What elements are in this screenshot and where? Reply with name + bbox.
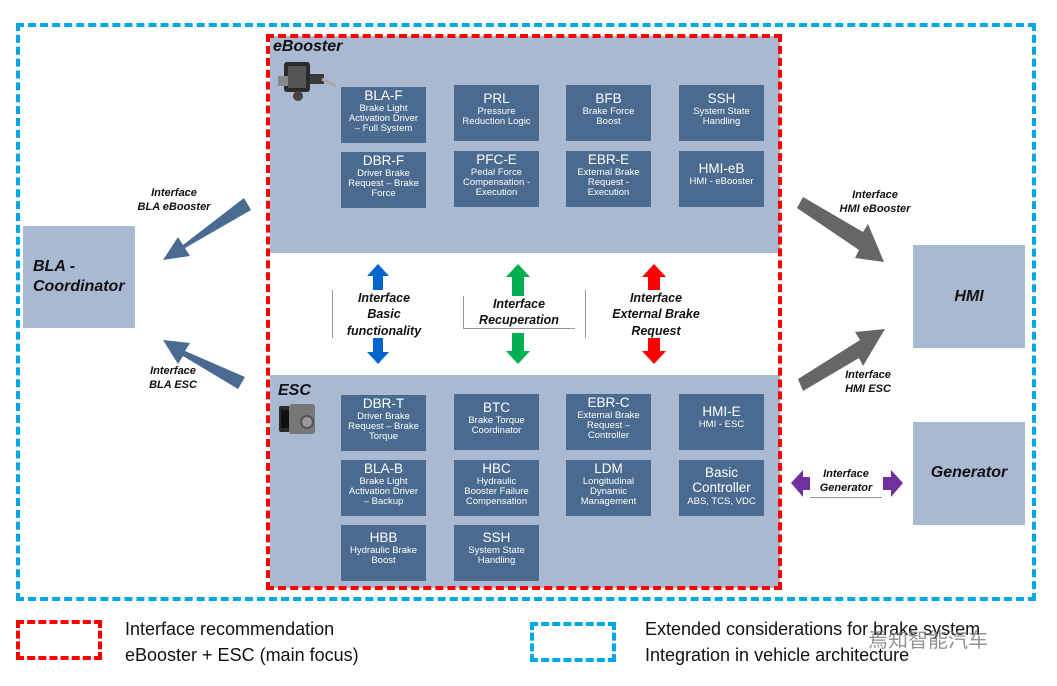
- label-interface-generator: Interface Generator: [819, 468, 873, 495]
- label-interface-hmi-esc: Interface HMI ESC: [845, 369, 891, 396]
- bla-coordinator-label: BLA - Coordinator: [33, 258, 125, 295]
- label-interface-hmi-ebooster: Interface HMI eBooster: [839, 189, 911, 216]
- separator: [585, 290, 586, 338]
- interface-arrows: [163, 197, 903, 497]
- separator: [332, 290, 333, 338]
- generator-box: Generator: [913, 422, 1025, 525]
- separator: [810, 497, 882, 498]
- label-interface-bla-ebooster: Interface BLA eBooster: [137, 187, 211, 214]
- watermark-text: 焉知智能汽车: [868, 630, 988, 652]
- separator: [463, 296, 464, 329]
- label-interface-recuperation: Interface Recuperation: [479, 297, 559, 328]
- label-interface-external-brake: Interface External Brake Request: [612, 291, 700, 338]
- hmi-label: HMI: [954, 287, 984, 305]
- hmi-box: HMI: [913, 245, 1025, 348]
- legend-extended-swatch: [530, 622, 616, 662]
- label-interface-bla-esc: Interface BLA ESC: [149, 365, 197, 392]
- generator-label: Generator: [930, 464, 1008, 481]
- legend-focus-swatch: [16, 620, 102, 660]
- label-interface-basic: Interface Basic functionality: [346, 291, 422, 338]
- legend-focus-text: Interface recommendation eBooster + ESC …: [125, 619, 359, 666]
- bla-coordinator-box: BLA - Coordinator: [23, 226, 135, 328]
